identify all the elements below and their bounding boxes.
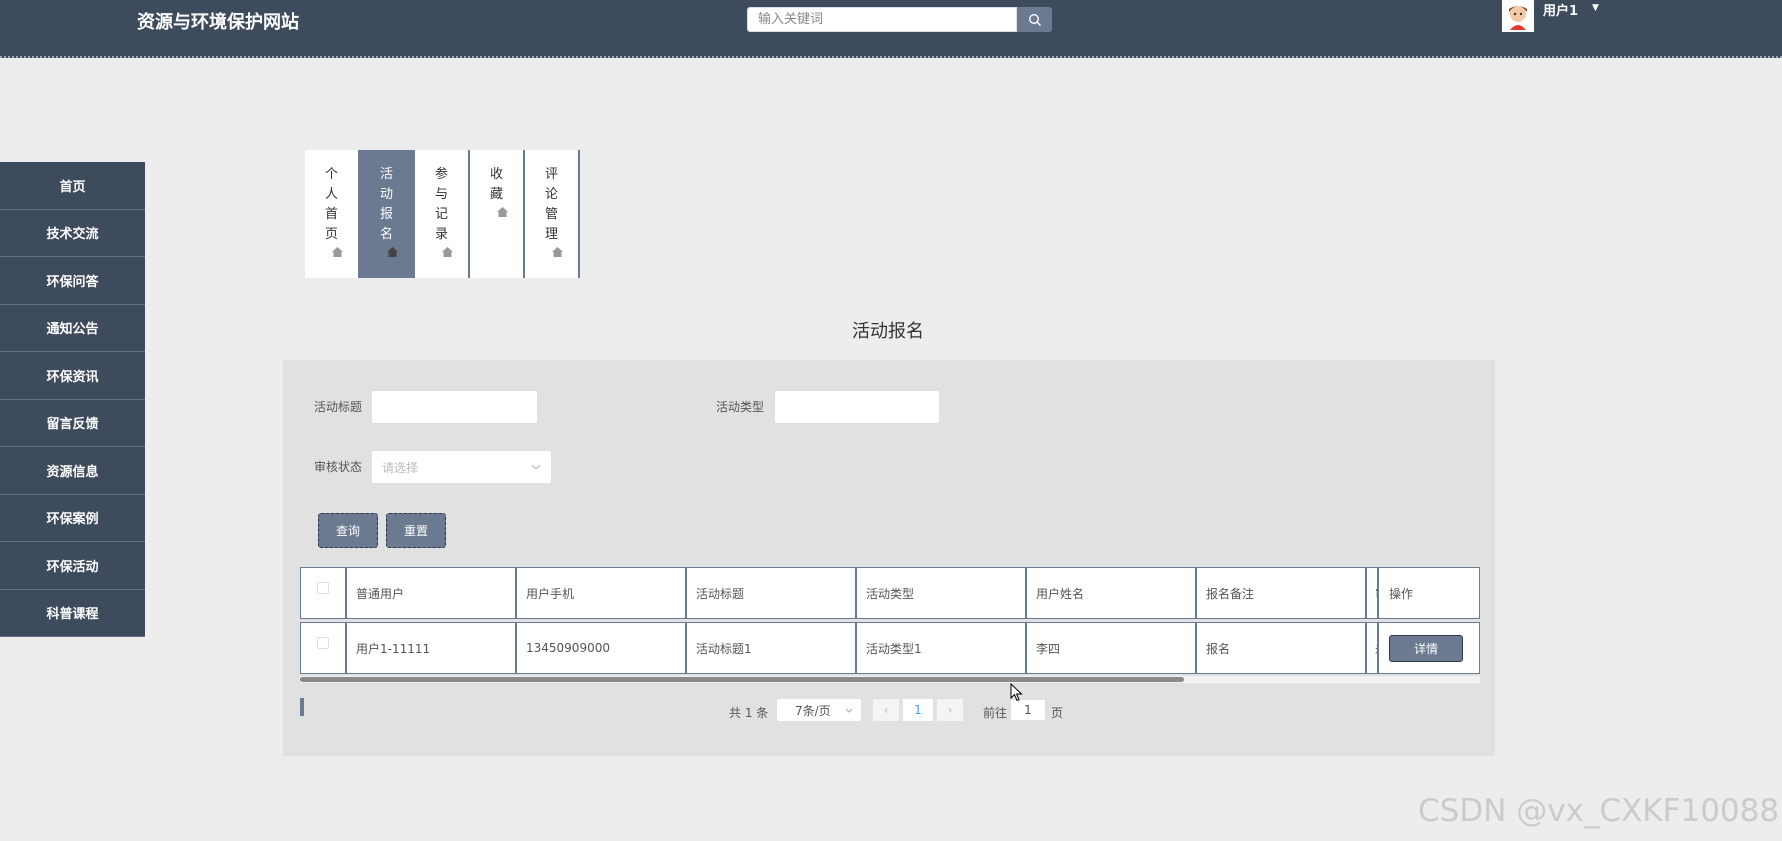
search-button[interactable] (1017, 7, 1052, 32)
activity-title-input[interactable] (371, 390, 538, 424)
detail-button[interactable]: 详情 (1389, 634, 1463, 662)
sidebar-item-qa[interactable]: 环保问答 (0, 257, 145, 305)
sidebar-item-resources[interactable]: 资源信息 (0, 447, 145, 495)
watermark: CSDN @vx_CXKF10088 (1418, 793, 1780, 829)
sidebar-item-home[interactable]: 首页 (0, 162, 145, 210)
caret-down-icon[interactable]: ▼ (1592, 3, 1599, 13)
activity-type-input[interactable] (774, 390, 940, 424)
sidebar-item-news[interactable]: 环保资讯 (0, 352, 145, 400)
activity-title-label: 活动标题 (314, 400, 363, 414)
reset-button[interactable]: 重置 (386, 513, 446, 548)
pagination-marker (300, 698, 304, 716)
pagination-total: 共 1 条 (729, 706, 769, 720)
tab-participation-records[interactable]: 参与记录 (415, 150, 470, 278)
tab-label: 评论管理 (544, 167, 558, 242)
column-header[interactable]: 用户手机 (517, 568, 687, 618)
table-row: 用户1-11111 13450909000 活动标题1 活动类型1 李四 报名 … (300, 622, 1480, 674)
review-status-label: 审核状态 (314, 460, 363, 474)
select-all-cell (301, 568, 347, 618)
page-title: 活动报名 (852, 321, 924, 342)
home-icon (442, 247, 453, 257)
tab-favorites[interactable]: 收藏 (470, 150, 525, 278)
query-button[interactable]: 查询 (318, 513, 378, 548)
tab-label: 个人首页 (324, 167, 338, 242)
chevron-right-icon: › (947, 703, 953, 717)
page-suffix-label: 页 (1051, 706, 1064, 720)
row-select-cell (301, 623, 347, 673)
review-status-placeholder: 请选择 (382, 460, 419, 475)
username[interactable]: 用户1 (1543, 0, 1578, 19)
top-header: 资源与环境保护网站 用户1 ▼ (0, 0, 1782, 58)
scrollbar-thumb[interactable] (300, 677, 1184, 682)
table-cell: 活动类型1 (857, 623, 1027, 673)
sidebar-item-activities[interactable]: 环保活动 (0, 542, 145, 590)
home-icon (497, 207, 508, 217)
column-header[interactable]: 普通用户 (347, 568, 517, 618)
chevron-left-icon: ‹ (883, 703, 889, 717)
table-cell: 13450909000 (517, 623, 687, 673)
sidebar-item-cases[interactable]: 环保案例 (0, 494, 145, 542)
goto-page-input[interactable] (1010, 699, 1046, 721)
column-header[interactable]: 审 (1367, 568, 1379, 618)
page-size-select[interactable]: 7条/页 (777, 699, 861, 721)
column-header[interactable]: 报名备注 (1197, 568, 1367, 618)
table-header-row: 普通用户 用户手机 活动标题 活动类型 用户姓名 报名备注 审 操作 (300, 567, 1480, 619)
sidebar-item-tech-exchange[interactable]: 技术交流 (0, 209, 145, 257)
search-input[interactable] (747, 7, 1017, 32)
tab-label: 收藏 (489, 167, 503, 202)
tab-comment-management[interactable]: 评论管理 (525, 150, 580, 278)
home-icon (552, 247, 563, 257)
sidebar-item-courses[interactable]: 科普课程 (0, 589, 145, 637)
sidebar-item-feedback[interactable]: 留言反馈 (0, 399, 145, 447)
sidebar-item-notices[interactable]: 通知公告 (0, 304, 145, 352)
column-header[interactable]: 活动标题 (687, 568, 857, 618)
goto-label: 前往 (983, 706, 1008, 720)
review-status-select[interactable]: 请选择 (371, 450, 552, 484)
column-header[interactable]: 活动类型 (857, 568, 1027, 618)
main-panel: 活动标题 活动类型 审核状态 请选择 查询 重置 普通用户 用户手机 活动标题 … (283, 360, 1495, 756)
table-cell: 用户1-11111 (347, 623, 517, 673)
avatar[interactable] (1502, 0, 1534, 32)
row-checkbox[interactable] (317, 637, 329, 649)
column-header: 操作 (1389, 586, 1414, 601)
activity-type-label: 活动类型 (716, 400, 765, 414)
next-page-button[interactable]: › (937, 699, 963, 721)
chevron-down-icon (845, 708, 853, 713)
column-header[interactable]: 用户姓名 (1027, 568, 1197, 618)
data-table: 普通用户 用户手机 活动标题 活动类型 用户姓名 报名备注 审 操作 用户1-1… (300, 567, 1480, 674)
tab-label: 活动报名 (379, 167, 393, 242)
sidebar: 首页 技术交流 环保问答 通知公告 环保资讯 留言反馈 资源信息 环保案例 环保… (0, 162, 145, 637)
site-title: 资源与环境保护网站 (137, 12, 299, 33)
table-cell: 报名 (1197, 623, 1367, 673)
page-number-current[interactable]: 1 (903, 699, 933, 721)
mouse-cursor-icon (1010, 683, 1023, 702)
horizontal-scrollbar[interactable] (300, 676, 1480, 683)
table-cell: 未 (1367, 623, 1379, 673)
prev-page-button[interactable]: ‹ (873, 699, 899, 721)
tab-label: 参与记录 (434, 167, 448, 242)
home-icon (332, 247, 343, 257)
center-tabs: 个人首页 活动报名 参与记录 收藏 评论管理 (305, 150, 580, 278)
select-all-checkbox[interactable] (317, 582, 329, 594)
action-cell: 详情 (1379, 623, 1477, 673)
tab-activity-signup[interactable]: 活动报名 (360, 150, 415, 278)
tab-personal-home[interactable]: 个人首页 (305, 150, 360, 278)
table-cell: 活动标题1 (687, 623, 857, 673)
chevron-down-icon (531, 464, 541, 470)
search-icon (1028, 13, 1041, 26)
page-size-label: 7条/页 (795, 703, 831, 718)
home-icon (387, 247, 398, 257)
table-cell: 李四 (1027, 623, 1197, 673)
